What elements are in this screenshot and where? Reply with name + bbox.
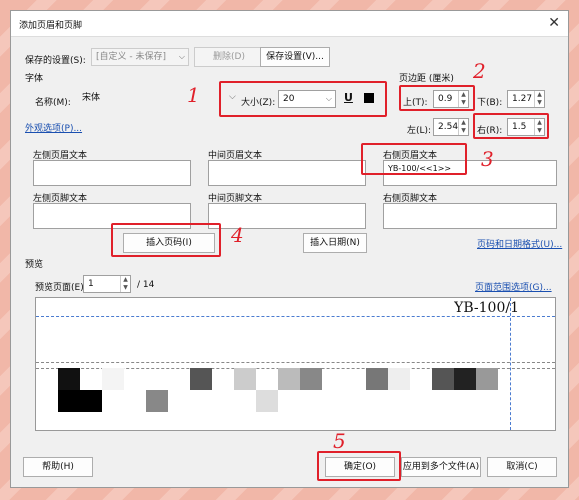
preview-content-block <box>432 368 454 390</box>
annotation-number-3: 3 <box>481 147 494 171</box>
annotation-box-insert-page <box>111 223 221 257</box>
help-button[interactable]: 帮助(H) <box>23 457 93 477</box>
center-header-field[interactable] <box>208 160 366 186</box>
annotation-number-1: 1 <box>187 83 200 107</box>
close-icon[interactable]: ✕ <box>548 15 560 31</box>
preview-content-block <box>454 368 476 390</box>
preview-page-label: 预览页面(E) <box>35 283 84 293</box>
title-bar: 添加页眉和页脚 ✕ <box>11 11 568 37</box>
preview-pane: YB-100/1 <box>35 297 556 431</box>
margin-guide <box>36 316 555 317</box>
apply-multiple-files-button[interactable]: 应用到多个文件(A) <box>401 457 481 477</box>
preview-content-block <box>146 390 168 412</box>
preview-content-block <box>58 368 80 390</box>
page-date-format-link[interactable]: 页码和日期格式(U)... <box>477 237 562 250</box>
font-group-title: 字体 <box>25 74 44 84</box>
preview-content-block <box>58 390 102 412</box>
spinner-icon[interactable]: ▲ ▼ <box>458 119 468 135</box>
font-name-select[interactable]: 宋体 <box>78 90 190 108</box>
annotation-number-2: 2 <box>473 59 486 83</box>
preview-group-title: 预览 <box>25 260 44 270</box>
spinner-icon[interactable]: ▲ ▼ <box>120 276 130 292</box>
annotation-number-4: 4 <box>231 223 244 247</box>
preview-content-block <box>366 368 388 390</box>
font-name-label: 名称(M): <box>35 98 71 108</box>
annotation-box-margin-top <box>399 85 475 111</box>
window-title: 添加页眉和页脚 <box>19 21 83 31</box>
saved-settings-select[interactable]: [自定义 - 未保存] ⌵ <box>91 48 189 66</box>
preview-header-text: YB-100/1 <box>454 300 519 316</box>
header-footer-dialog: 添加页眉和页脚 ✕ 保存的设置(S): [自定义 - 未保存] ⌵ 删除(D) … <box>10 10 569 488</box>
margin-bottom-field[interactable]: 1.27 ▲ ▼ <box>507 90 545 108</box>
annotation-box-right-header <box>361 143 467 175</box>
page-range-options-link[interactable]: 页面范围选项(G)... <box>475 280 552 293</box>
preview-content-block <box>256 390 278 412</box>
margin-left-field[interactable]: 2.54 ▲ ▼ <box>433 118 469 136</box>
preview-page-field[interactable]: 1 ▲ ▼ <box>83 275 131 293</box>
page-break-line <box>36 362 555 363</box>
chevron-down-icon: ⌵ <box>178 52 185 61</box>
delete-button[interactable]: 删除(D) <box>194 47 264 67</box>
cancel-button[interactable]: 取消(C) <box>487 457 557 477</box>
left-header-field[interactable] <box>33 160 191 186</box>
spinner-icon[interactable]: ▲ ▼ <box>534 91 544 107</box>
annotation-box-ok <box>317 451 401 481</box>
margin-left-label: 左(L): <box>407 126 432 136</box>
saved-settings-label: 保存的设置(S): <box>25 56 86 66</box>
preview-content-block <box>300 368 322 390</box>
preview-content-block <box>234 368 256 390</box>
annotation-number-5: 5 <box>333 429 346 453</box>
save-settings-button[interactable]: 保存设置(V)... <box>260 47 330 67</box>
margins-group-title: 页边距 (厘米) <box>399 74 454 84</box>
preview-content-block <box>476 368 498 390</box>
preview-content-block <box>190 368 212 390</box>
appearance-options-link[interactable]: 外观选项(P)... <box>25 121 82 134</box>
margin-bottom-label: 下(B): <box>477 98 503 108</box>
right-footer-field[interactable] <box>383 203 557 229</box>
annotation-box-font <box>219 81 387 117</box>
insert-date-button[interactable]: 插入日期(N) <box>303 233 367 253</box>
preview-content-block <box>278 368 300 390</box>
preview-content-block <box>388 368 410 390</box>
preview-page-total: / 14 <box>137 280 155 290</box>
annotation-box-margin-right <box>473 113 549 139</box>
preview-content-block <box>102 368 124 390</box>
margin-guide <box>510 298 511 430</box>
